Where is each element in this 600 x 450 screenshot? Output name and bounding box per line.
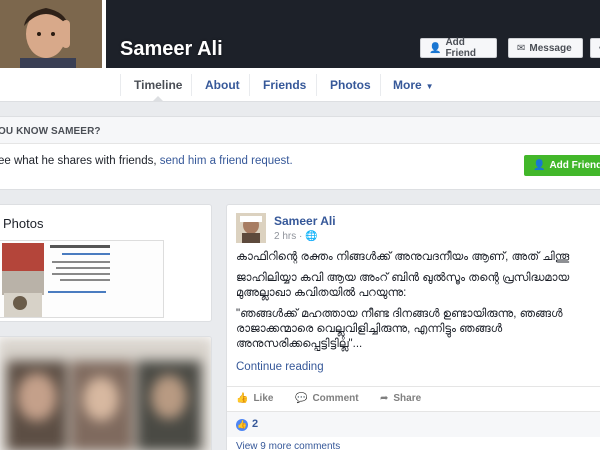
post-paragraph: കാഫിറിന്റെ രക്തം നിങ്ങള്‍ക്ക് അനുവദനീയം … <box>236 251 570 263</box>
do-you-know-panel: OU KNOW SAMEER? ee what he shares with f… <box>0 116 600 190</box>
photo-thumbnail[interactable] <box>0 240 164 318</box>
message-icon: ✉ <box>517 42 526 54</box>
post-meta: 2 hrs · 🌐 <box>274 231 318 242</box>
reaction-count[interactable]: 2 <box>252 418 258 430</box>
share-label: Share <box>393 393 422 404</box>
add-friend-icon: 👤 <box>533 160 546 171</box>
chevron-down-icon: ▼ <box>425 82 434 91</box>
tab-timeline[interactable]: Timeline <box>134 68 182 102</box>
post-action-bar: 👍 Like 💬 Comment ➦ Share <box>227 386 600 410</box>
send-friend-request-link[interactable]: send him a friend request. <box>160 155 293 167</box>
post-author-name[interactable]: Sameer Ali <box>274 214 336 228</box>
tab-friends[interactable]: Friends <box>263 68 306 102</box>
comment-icon: 💬 <box>295 393 308 404</box>
photos-card: Photos <box>0 204 212 322</box>
post-paragraph: ജാഹിലിയ്യാ കവി ആയ അംറ് ബിന്‍ ഖുല്‍സൂം തന… <box>236 272 570 299</box>
like-reaction-icon: 👍 <box>236 419 248 431</box>
comment-button[interactable]: 💬 Comment <box>295 393 359 404</box>
add-friend-green-button[interactable]: 👤 Add Friend <box>524 155 600 176</box>
tab-divider <box>380 74 381 96</box>
blurred-friend-photos <box>0 337 211 450</box>
like-label: Like <box>253 393 274 404</box>
add-friend-icon: 👤 <box>429 42 442 54</box>
tab-divider <box>316 74 317 96</box>
post-timestamp[interactable]: 2 hrs <box>274 231 296 242</box>
globe-icon: 🌐 <box>305 231 318 242</box>
view-more-comments-link[interactable]: View 9 more comments <box>236 441 340 450</box>
add-friend-button[interactable]: 👤 Add Friend <box>420 37 497 59</box>
tab-divider <box>191 74 192 96</box>
tab-more-label: More <box>393 78 422 92</box>
like-button[interactable]: 👍 Like <box>236 393 273 404</box>
post-author-avatar[interactable] <box>236 213 266 243</box>
post-body: കാഫിറിന്റെ രക്തം നിങ്ങള്‍ക്ക് അനുവദനീയം … <box>236 250 600 358</box>
tab-divider <box>249 74 250 96</box>
add-friend-label: Add Friend <box>445 37 477 59</box>
comment-label: Comment <box>312 393 359 404</box>
reactions-row: 👍 2 <box>227 411 600 437</box>
more-options-button[interactable]: ••• <box>590 38 600 58</box>
message-button[interactable]: ✉ Message <box>508 38 583 58</box>
share-button[interactable]: ➦ Share <box>380 393 421 404</box>
message-label: Message <box>529 42 572 54</box>
tab-more[interactable]: More ▼ <box>393 68 434 102</box>
thumbs-up-icon: 👍 <box>236 393 249 404</box>
profile-name[interactable]: Sameer Ali <box>120 38 223 61</box>
profile-tab-bar: Timeline About Friends Photos More ▼ <box>0 68 600 102</box>
do-you-know-title: OU KNOW SAMEER? <box>0 126 101 137</box>
post-card: Sameer Ali 2 hrs · 🌐 കാഫിറിന്റെ രക്തം നി… <box>226 204 600 450</box>
tab-photos[interactable]: Photos <box>330 68 371 102</box>
add-friend-green-label: Add Friend <box>549 160 600 171</box>
do-you-know-prefix: ee what he shares with friends, <box>0 155 160 167</box>
photos-title[interactable]: Photos <box>3 216 43 231</box>
post-paragraph: "ഞങ്ങള്‍ക്ക് മഹത്തായ നീണ്ട ദിനങ്ങള്‍ ഉണ്… <box>236 308 563 350</box>
share-arrow-icon: ➦ <box>380 393 389 404</box>
continue-reading-link[interactable]: Continue reading <box>236 361 324 373</box>
tab-divider <box>120 74 121 96</box>
do-you-know-header: OU KNOW SAMEER? <box>0 117 600 144</box>
do-you-know-text: ee what he shares with friends, send him… <box>0 155 293 167</box>
friends-card-blurred <box>0 336 212 450</box>
tab-about[interactable]: About <box>205 68 240 102</box>
